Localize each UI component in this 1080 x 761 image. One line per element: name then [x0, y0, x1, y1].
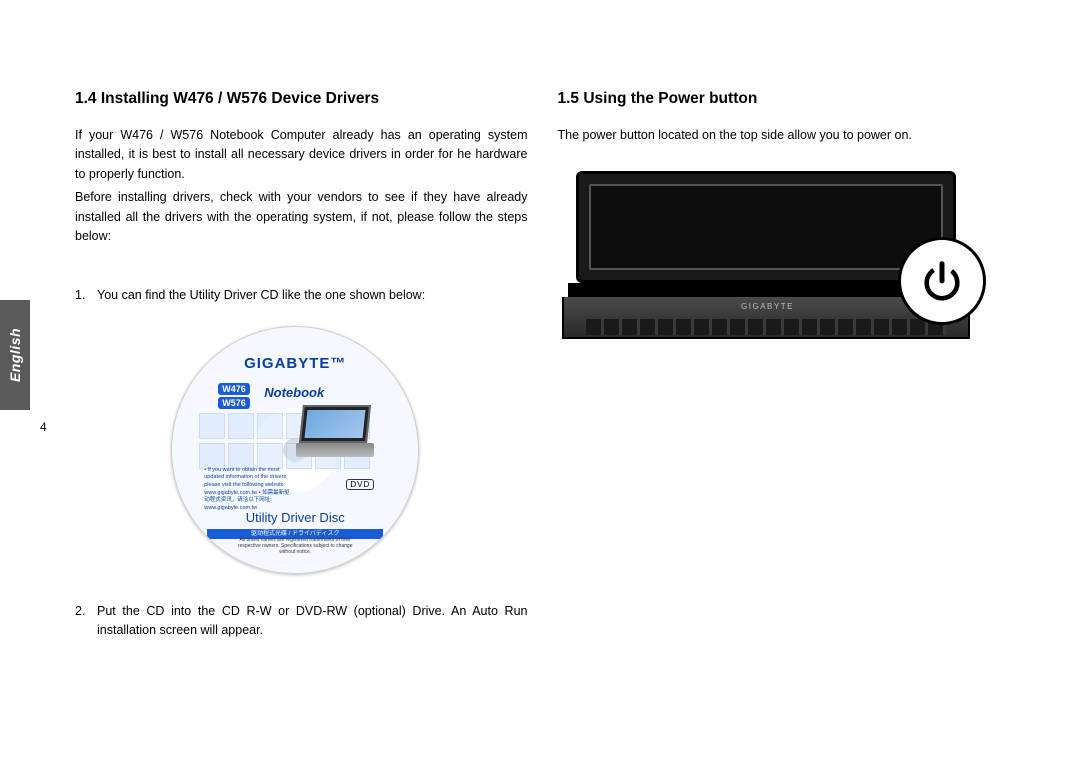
- right-para-1: The power button located on the top side…: [558, 126, 1011, 145]
- cd-badge-w476: W476: [218, 383, 250, 395]
- language-tab-label: English: [7, 328, 23, 382]
- left-para-2: Before installing drivers, check with yo…: [75, 188, 528, 246]
- step-1-text: You can find the Utility Driver CD like …: [97, 286, 528, 305]
- step-1-number: 1.: [75, 286, 97, 305]
- left-column: 1.4 Installing W476 / W576 Device Driver…: [75, 90, 528, 721]
- language-tab: English: [0, 300, 30, 410]
- cd-brand-label: GIGABYTE™: [172, 355, 418, 372]
- right-column: 1.5 Using the Power button The power but…: [558, 90, 1011, 721]
- power-button-callout: [898, 237, 986, 325]
- cd-laptop-icon: [296, 405, 374, 457]
- section-1-5-title: 1.5 Using the Power button: [558, 90, 1011, 108]
- step-2-text: Put the CD into the CD R-W or DVD-RW (op…: [97, 602, 528, 641]
- page-number: 4: [40, 420, 47, 434]
- cd-disc-icon: GIGABYTE™ W476 W576 Notebook: [171, 326, 419, 574]
- cd-badge-w576: W576: [218, 397, 250, 409]
- laptop-lid: [576, 171, 956, 283]
- step-2: 2. Put the CD into the CD R-W or DVD-RW …: [75, 602, 528, 641]
- cd-info-text: • If you want to obtain the most updated…: [204, 467, 294, 513]
- step-1: 1. You can find the Utility Driver CD li…: [75, 286, 528, 305]
- cd-model-badges: W476 W576: [218, 383, 250, 409]
- section-1-4-title: 1.4 Installing W476 / W576 Device Driver…: [75, 90, 528, 108]
- left-para-1: If your W476 / W576 Notebook Computer al…: [75, 126, 528, 184]
- step-2-number: 2.: [75, 602, 97, 641]
- manual-page: English 4 1.4 Installing W476 / W576 Dev…: [0, 0, 1080, 761]
- power-icon: [919, 258, 965, 304]
- cd-dvd-logo: DVD: [346, 479, 374, 490]
- cd-utility-label: Utility Driver Disc: [172, 510, 418, 525]
- cd-fine-print: All brand names are registered trademark…: [232, 537, 358, 555]
- step-list: 1. You can find the Utility Driver CD li…: [75, 286, 528, 640]
- laptop-keyboard: [586, 319, 946, 335]
- laptop-power-figure: GIGABYTE: [558, 171, 978, 371]
- cd-notebook-label: Notebook: [264, 385, 324, 400]
- driver-cd-figure: GIGABYTE™ W476 W576 Notebook: [75, 326, 528, 574]
